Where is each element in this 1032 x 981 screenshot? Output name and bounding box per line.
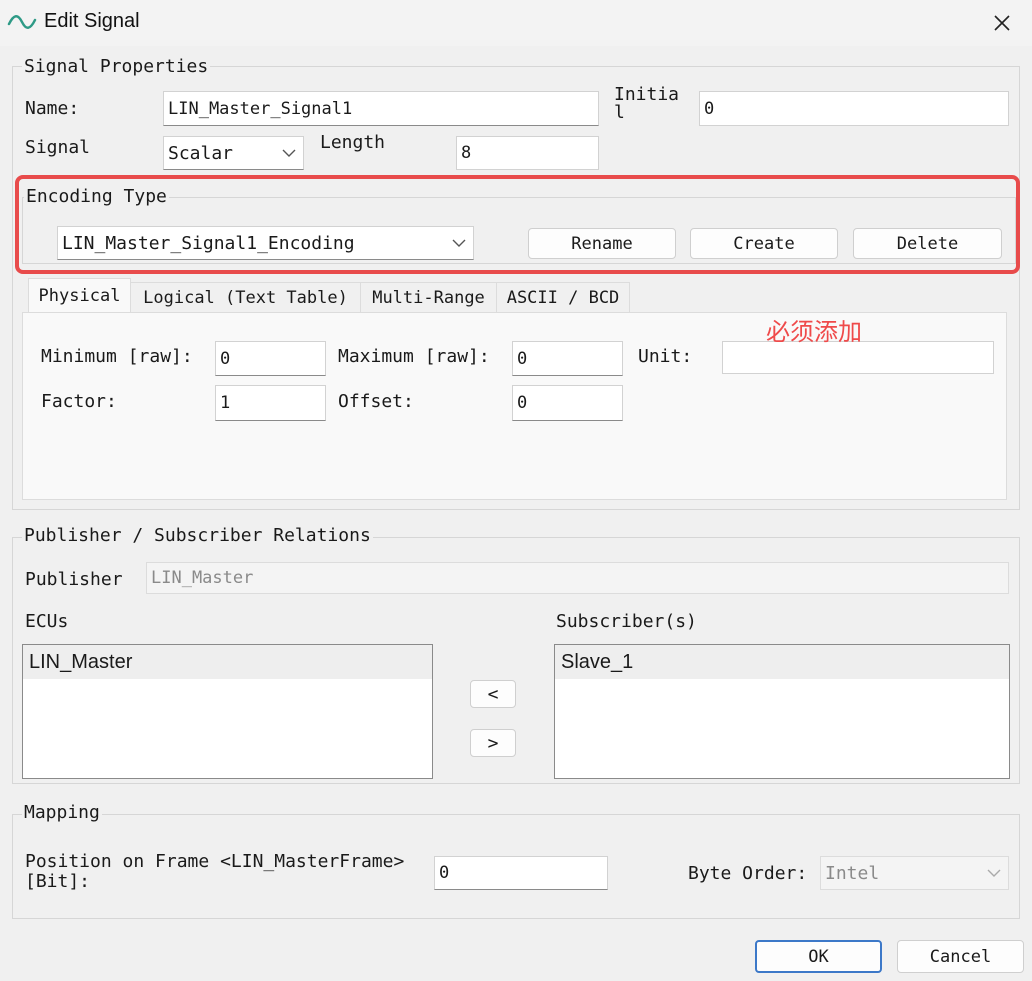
name-field[interactable]: LIN_Master_Signal1 xyxy=(163,91,599,126)
close-icon xyxy=(994,15,1010,31)
close-button[interactable] xyxy=(984,6,1020,40)
move-left-button[interactable]: < xyxy=(470,680,516,708)
annotation-text: 必须添加 xyxy=(766,318,862,346)
tab-physical[interactable]: Physical xyxy=(28,278,131,313)
factor-label: Factor: xyxy=(41,391,117,412)
signal-properties-label: Signal Properties xyxy=(22,56,211,77)
byte-order-value: Intel xyxy=(825,862,880,884)
chevron-down-icon xyxy=(275,149,303,157)
signal-type-value: Scalar xyxy=(168,142,234,164)
subscribers-list[interactable]: Slave_1 xyxy=(554,644,1010,779)
factor-field[interactable]: 1 xyxy=(215,385,326,421)
publisher-label: Publisher xyxy=(25,569,123,590)
window-title: Edit Signal xyxy=(44,10,140,32)
tab-ascii-bcd[interactable]: ASCII / BCD xyxy=(497,282,630,313)
ecus-list[interactable]: LIN_Master xyxy=(22,644,433,779)
length-label: Length xyxy=(320,132,386,153)
position-on-frame-label: Position on Frame <LIN_MasterFrame> [Bit… xyxy=(25,851,405,892)
unit-label: Unit: xyxy=(638,346,693,367)
length-field[interactable]: 8 xyxy=(456,136,599,170)
list-item[interactable]: Slave_1 xyxy=(555,645,1009,679)
signal-type-select[interactable]: Scalar xyxy=(163,136,304,170)
byte-order-label: Byte Order: xyxy=(688,863,808,884)
minimum-field[interactable]: 0 xyxy=(215,341,326,376)
offset-label: Offset: xyxy=(338,391,414,412)
tab-logical-text-table[interactable]: Logical (Text Table) xyxy=(131,282,361,313)
maximum-label: Maximum [raw]: xyxy=(338,346,490,367)
relations-label: Publisher / Subscriber Relations xyxy=(22,525,373,546)
maximum-field[interactable]: 0 xyxy=(512,341,623,376)
list-item[interactable]: LIN_Master xyxy=(23,645,432,679)
ecus-label: ECUs xyxy=(25,611,69,632)
mapping-label: Mapping xyxy=(22,802,102,823)
minimum-label: Minimum [raw]: xyxy=(41,346,193,367)
title-bar xyxy=(0,0,1032,46)
initial-value-field[interactable]: 0 xyxy=(699,91,1009,126)
subscribers-label: Subscriber(s) xyxy=(556,611,697,632)
initial-label: Initial xyxy=(614,84,680,123)
position-on-frame-field[interactable]: 0 xyxy=(434,856,608,890)
wave-icon xyxy=(7,12,37,37)
name-label: Name: xyxy=(25,98,80,119)
byte-order-select: Intel xyxy=(820,856,1009,890)
tab-multi-range[interactable]: Multi-Range xyxy=(361,282,497,313)
encoding-highlight-box xyxy=(15,175,1020,274)
move-right-button[interactable]: > xyxy=(470,729,516,757)
offset-field[interactable]: 0 xyxy=(512,385,623,421)
chevron-down-icon xyxy=(980,869,1008,877)
signal-label: Signal xyxy=(25,137,91,158)
publisher-field: LIN_Master xyxy=(146,562,1009,594)
ok-button[interactable]: OK xyxy=(755,940,882,973)
cancel-button[interactable]: Cancel xyxy=(897,940,1024,973)
